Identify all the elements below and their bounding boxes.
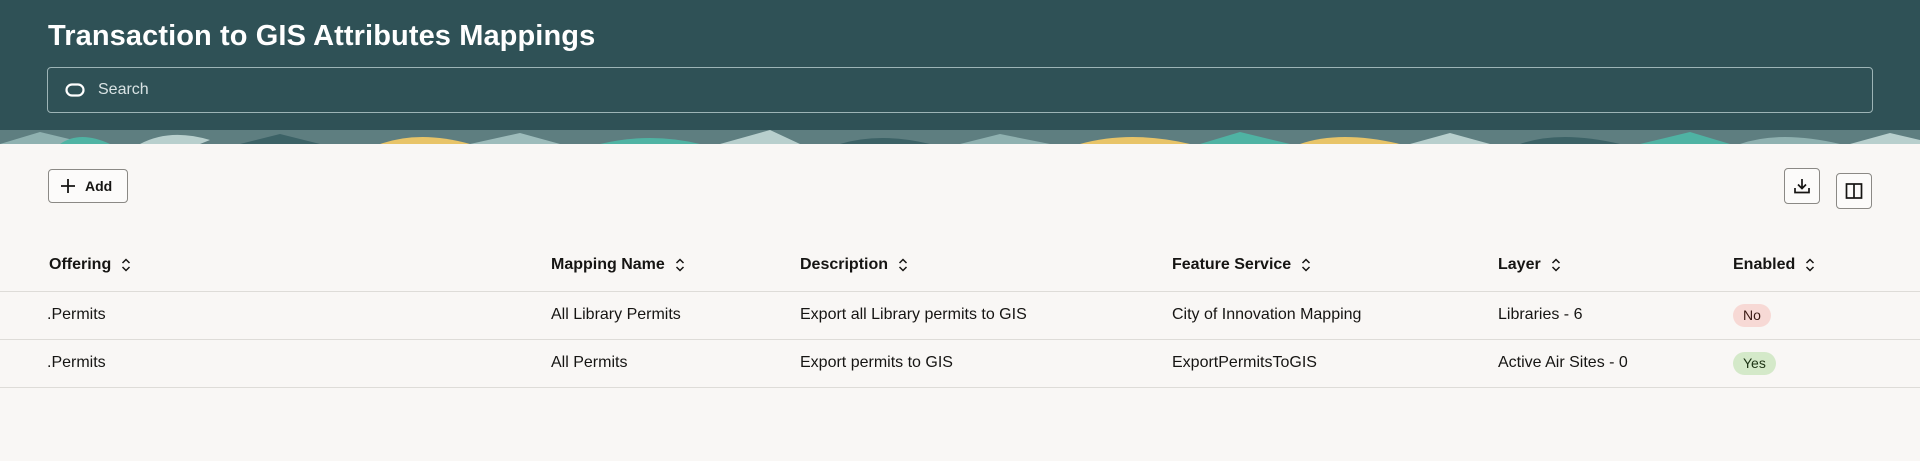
search-box[interactable] xyxy=(47,67,1873,113)
page-header: Transaction to GIS Attributes Mappings xyxy=(0,0,1920,144)
column-header-description[interactable]: Description xyxy=(800,256,908,274)
cell-offering: .Permits xyxy=(47,306,106,323)
cell-feature-service: ExportPermitsToGIS xyxy=(1172,354,1317,371)
manage-columns-button[interactable] xyxy=(1836,173,1872,209)
status-badge: Yes xyxy=(1733,352,1776,375)
sort-icon xyxy=(898,258,908,272)
download-button[interactable] xyxy=(1784,168,1820,204)
cell-mapping-name: All Permits xyxy=(551,354,628,371)
sort-icon xyxy=(1806,258,1815,272)
cell-feature-service: City of Innovation Mapping xyxy=(1172,306,1362,323)
column-header-offering[interactable]: Offering xyxy=(49,256,131,274)
cell-description: Export all Library permits to GIS xyxy=(800,306,1027,323)
status-badge: No xyxy=(1733,304,1771,327)
columns-icon xyxy=(1845,183,1863,199)
sort-icon xyxy=(1551,258,1560,272)
cell-offering: .Permits xyxy=(47,354,106,371)
column-header-enabled[interactable]: Enabled xyxy=(1733,256,1815,274)
sort-icon xyxy=(675,258,684,272)
table-row[interactable]: .Permits All Permits Export permits to G… xyxy=(0,340,1920,388)
sort-icon xyxy=(1302,258,1311,272)
cell-layer: Libraries - 6 xyxy=(1498,306,1583,323)
column-header-layer[interactable]: Layer xyxy=(1498,256,1561,274)
column-header-feature-service[interactable]: Feature Service xyxy=(1172,256,1311,274)
cell-description: Export permits to GIS xyxy=(800,354,953,371)
search-input[interactable] xyxy=(98,68,1838,112)
header-banner-pattern xyxy=(0,130,1920,144)
page-title: Transaction to GIS Attributes Mappings xyxy=(48,20,596,52)
table-row[interactable]: .Permits All Library Permits Export all … xyxy=(0,292,1920,340)
download-icon xyxy=(1794,179,1810,194)
sort-icon xyxy=(122,258,131,272)
cell-mapping-name: All Library Permits xyxy=(551,306,681,323)
search-icon xyxy=(65,83,85,97)
table-header: Offering Mapping Name Description Featur… xyxy=(0,250,1920,292)
add-button-label: Add xyxy=(85,178,113,194)
column-header-mapping-name[interactable]: Mapping Name xyxy=(551,256,685,274)
cell-layer: Active Air Sites - 0 xyxy=(1498,354,1628,371)
plus-icon xyxy=(61,179,75,193)
add-button[interactable]: Add xyxy=(48,169,128,203)
